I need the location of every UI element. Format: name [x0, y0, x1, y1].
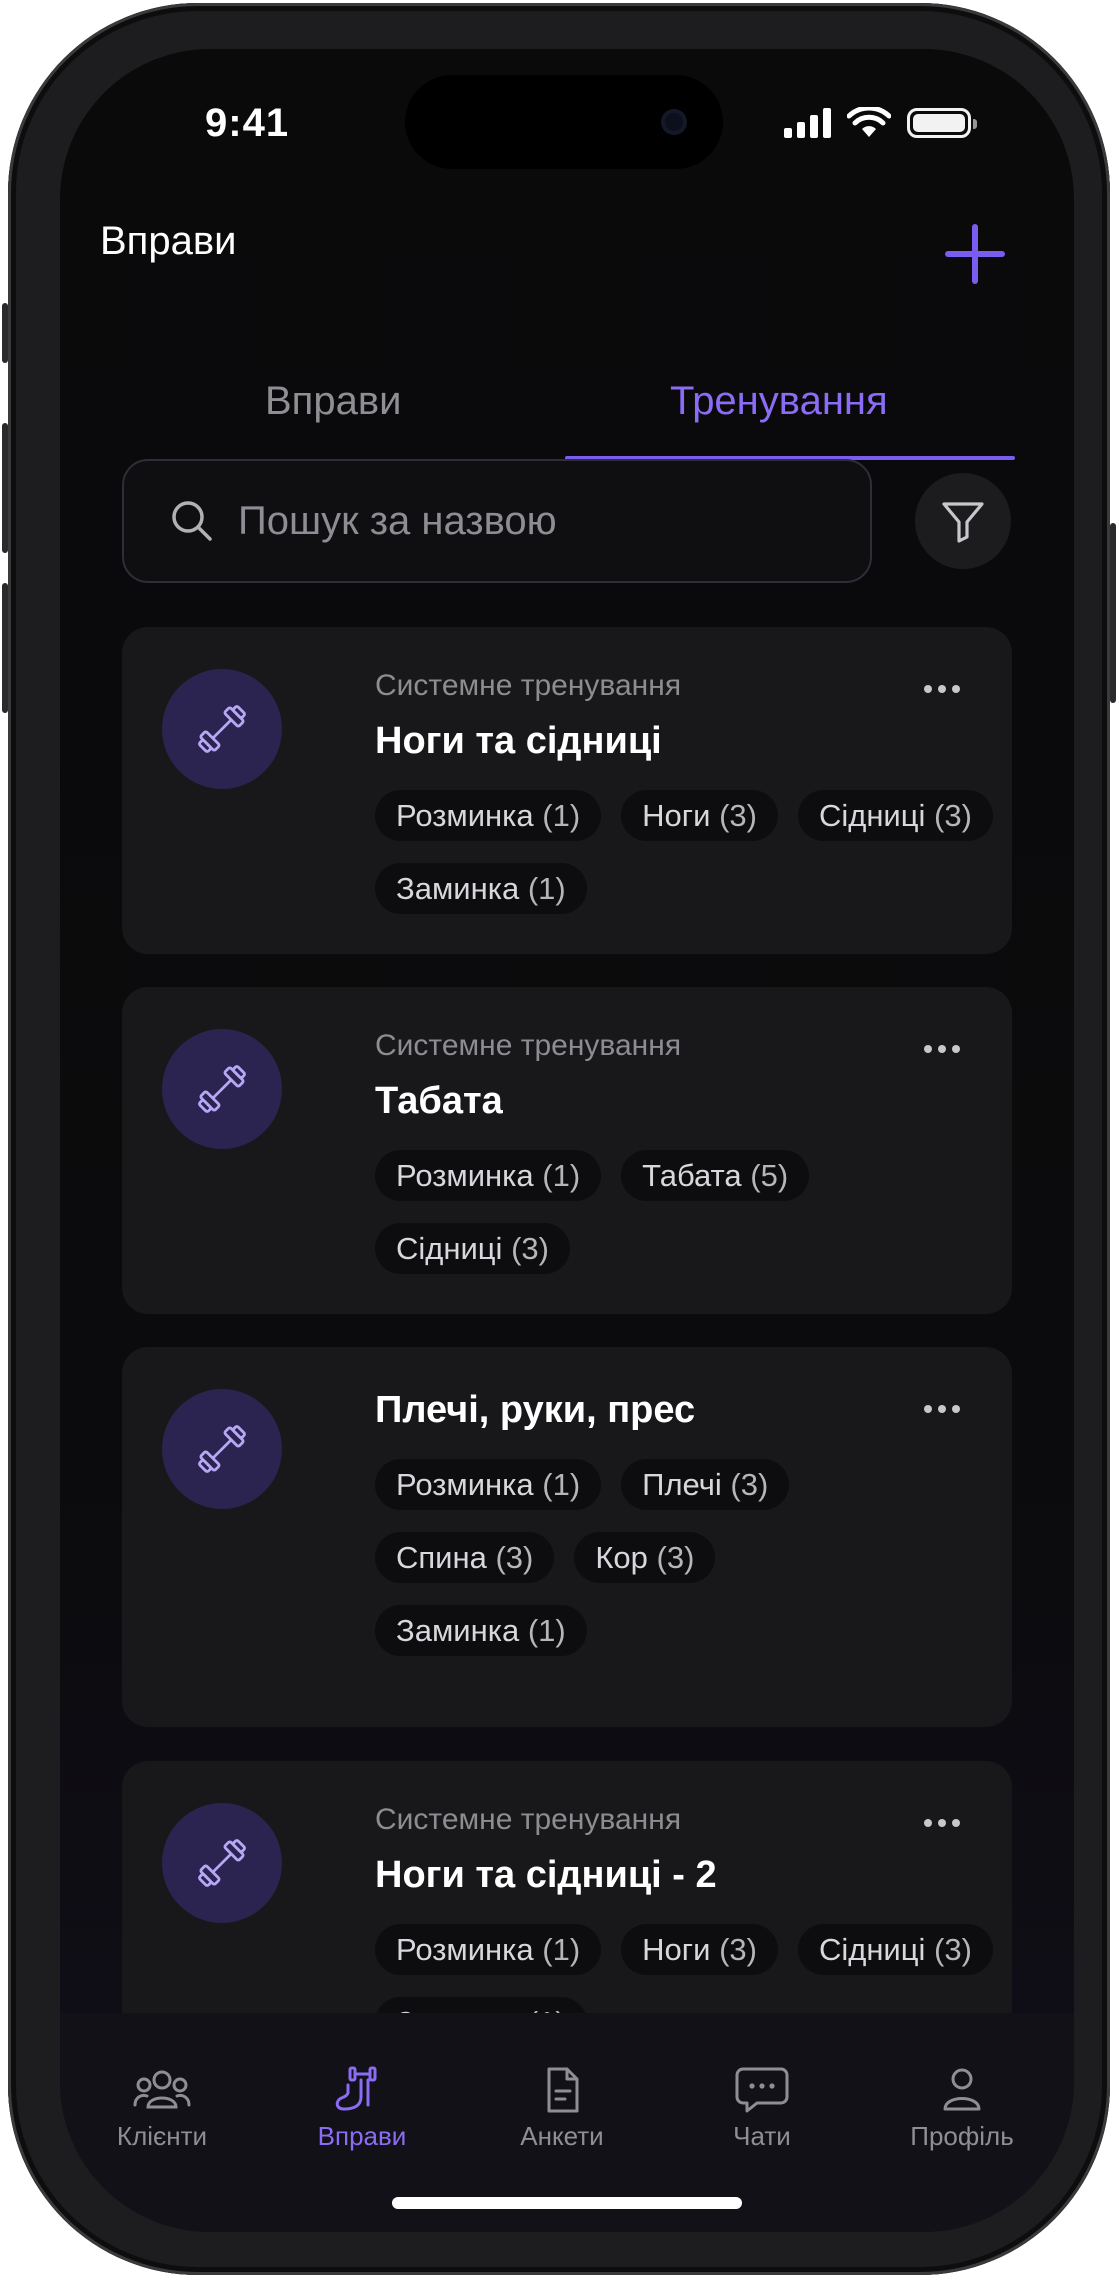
chat-icon	[735, 2067, 789, 2113]
battery-icon	[907, 108, 977, 138]
tag-chip: Розминка (1)	[375, 1924, 602, 1975]
tab-exercises[interactable]: Вправи	[265, 379, 401, 424]
workout-title: Ноги та сідниці - 2	[375, 1854, 717, 1896]
workout-avatar	[162, 1803, 282, 1923]
dynamic-island	[405, 75, 723, 169]
workout-title: Табата	[375, 1080, 503, 1122]
filter-icon	[942, 502, 984, 543]
phone-frame: 9:41 Вправи Вправи Тренування Пошук за н…	[2, 3, 1116, 2275]
tabbar-item-forms[interactable]: Анкети	[482, 2065, 642, 2152]
tabbar-item-clients[interactable]: Клієнти	[82, 2065, 242, 2152]
workout-avatar	[162, 1029, 282, 1149]
tag-chip: Розминка (1)	[375, 790, 602, 841]
workout-title: Плечі, руки, прес	[375, 1389, 696, 1431]
profile-icon	[943, 2068, 981, 2111]
workout-card[interactable]: Системне тренування Ноги та сідниці Розм…	[122, 627, 1012, 954]
dumbbell-icon	[198, 1839, 246, 1887]
users-icon	[133, 2070, 191, 2109]
dumbbell-icon	[198, 1425, 246, 1473]
camera-icon	[661, 109, 687, 135]
workout-title: Ноги та сідниці	[375, 720, 662, 762]
segment-tabs: Вправи Тренування	[60, 339, 1074, 460]
workout-avatar	[162, 669, 282, 789]
tag-chip: Спина (3)	[375, 1532, 555, 1583]
exercise-icon	[335, 2066, 377, 2111]
workout-card[interactable]: Плечі, руки, прес Розминка (1) Плечі (3)…	[122, 1347, 1012, 1727]
document-icon	[547, 2067, 579, 2113]
volume-down-button	[2, 583, 8, 713]
tabbar-item-chats[interactable]: Чати	[682, 2065, 842, 2152]
tag-chip: Ноги (3)	[621, 790, 778, 841]
tag-list: Розминка (1) Табата (5) Сідниці (3)	[375, 1150, 995, 1274]
workout-type: Системне тренування	[375, 1029, 682, 1062]
status-time: 9:41	[205, 101, 290, 145]
power-button	[1110, 523, 1116, 703]
tag-chip: Кор (3)	[574, 1532, 716, 1583]
tab-workouts[interactable]: Тренування	[670, 379, 888, 424]
home-indicator	[392, 2197, 742, 2209]
tag-chip: Ноги (3)	[621, 1924, 778, 1975]
tag-list: Розминка (1) Ноги (3) Сідниці (3) Заминк…	[375, 790, 995, 914]
filter-button[interactable]	[915, 473, 1011, 569]
search-icon	[172, 501, 212, 541]
more-icon[interactable]	[924, 685, 960, 693]
signal-icon	[784, 108, 831, 138]
tag-chip: Розминка (1)	[375, 1150, 602, 1201]
tabbar-item-exercises[interactable]: Вправи	[282, 2065, 442, 2152]
tabbar-label: Профіль	[910, 2121, 1014, 2151]
dumbbell-icon	[198, 1065, 246, 1113]
tag-chip: Розминка (1)	[375, 1459, 602, 1510]
tag-chip: Сідниці (3)	[797, 1924, 993, 1975]
workout-type: Системне тренування	[375, 669, 682, 702]
dumbbell-icon	[198, 705, 246, 753]
more-icon[interactable]	[924, 1045, 960, 1053]
tag-chip: Табата (5)	[621, 1150, 810, 1201]
more-icon[interactable]	[924, 1819, 960, 1827]
page-title: Вправи	[100, 219, 237, 263]
tag-chip: Сідниці (3)	[797, 790, 993, 841]
add-icon[interactable]	[940, 219, 1010, 289]
action-button	[2, 303, 8, 363]
more-icon[interactable]	[924, 1405, 960, 1413]
tag-chip: Заминка (1)	[375, 1605, 587, 1656]
tag-chip: Заминка (1)	[375, 863, 587, 914]
tag-chip: Плечі (3)	[621, 1459, 790, 1510]
tabbar-label: Анкети	[520, 2121, 604, 2151]
tag-list: Розминка (1) Плечі (3) Спина (3) Кор (3)…	[375, 1459, 855, 1656]
tabbar-label: Вправи	[317, 2121, 407, 2151]
status-icons	[784, 107, 977, 139]
workout-card[interactable]: Системне тренування Табата Розминка (1) …	[122, 987, 1012, 1314]
search-input[interactable]: Пошук за назвою	[122, 459, 872, 583]
tabbar-item-profile[interactable]: Профіль	[882, 2065, 1042, 2152]
search-placeholder: Пошук за назвою	[238, 498, 557, 543]
workout-avatar	[162, 1389, 282, 1509]
workout-type: Системне тренування	[375, 1803, 682, 1836]
tabbar-label: Чати	[733, 2121, 791, 2151]
tabbar-label: Клієнти	[116, 2121, 208, 2151]
volume-up-button	[2, 423, 8, 553]
app-screen: 9:41 Вправи Вправи Тренування Пошук за н…	[60, 49, 1074, 2232]
tag-chip: Сідниці (3)	[375, 1223, 570, 1274]
wifi-icon	[847, 107, 891, 137]
